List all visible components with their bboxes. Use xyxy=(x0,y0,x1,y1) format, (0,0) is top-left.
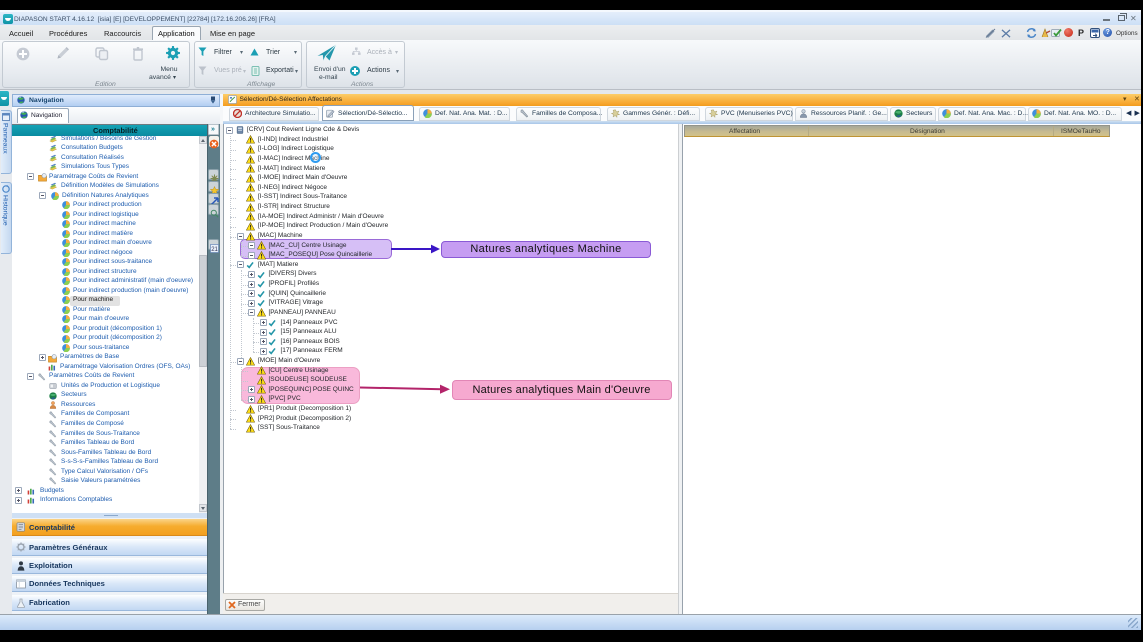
svg-text:21: 21 xyxy=(211,247,218,253)
